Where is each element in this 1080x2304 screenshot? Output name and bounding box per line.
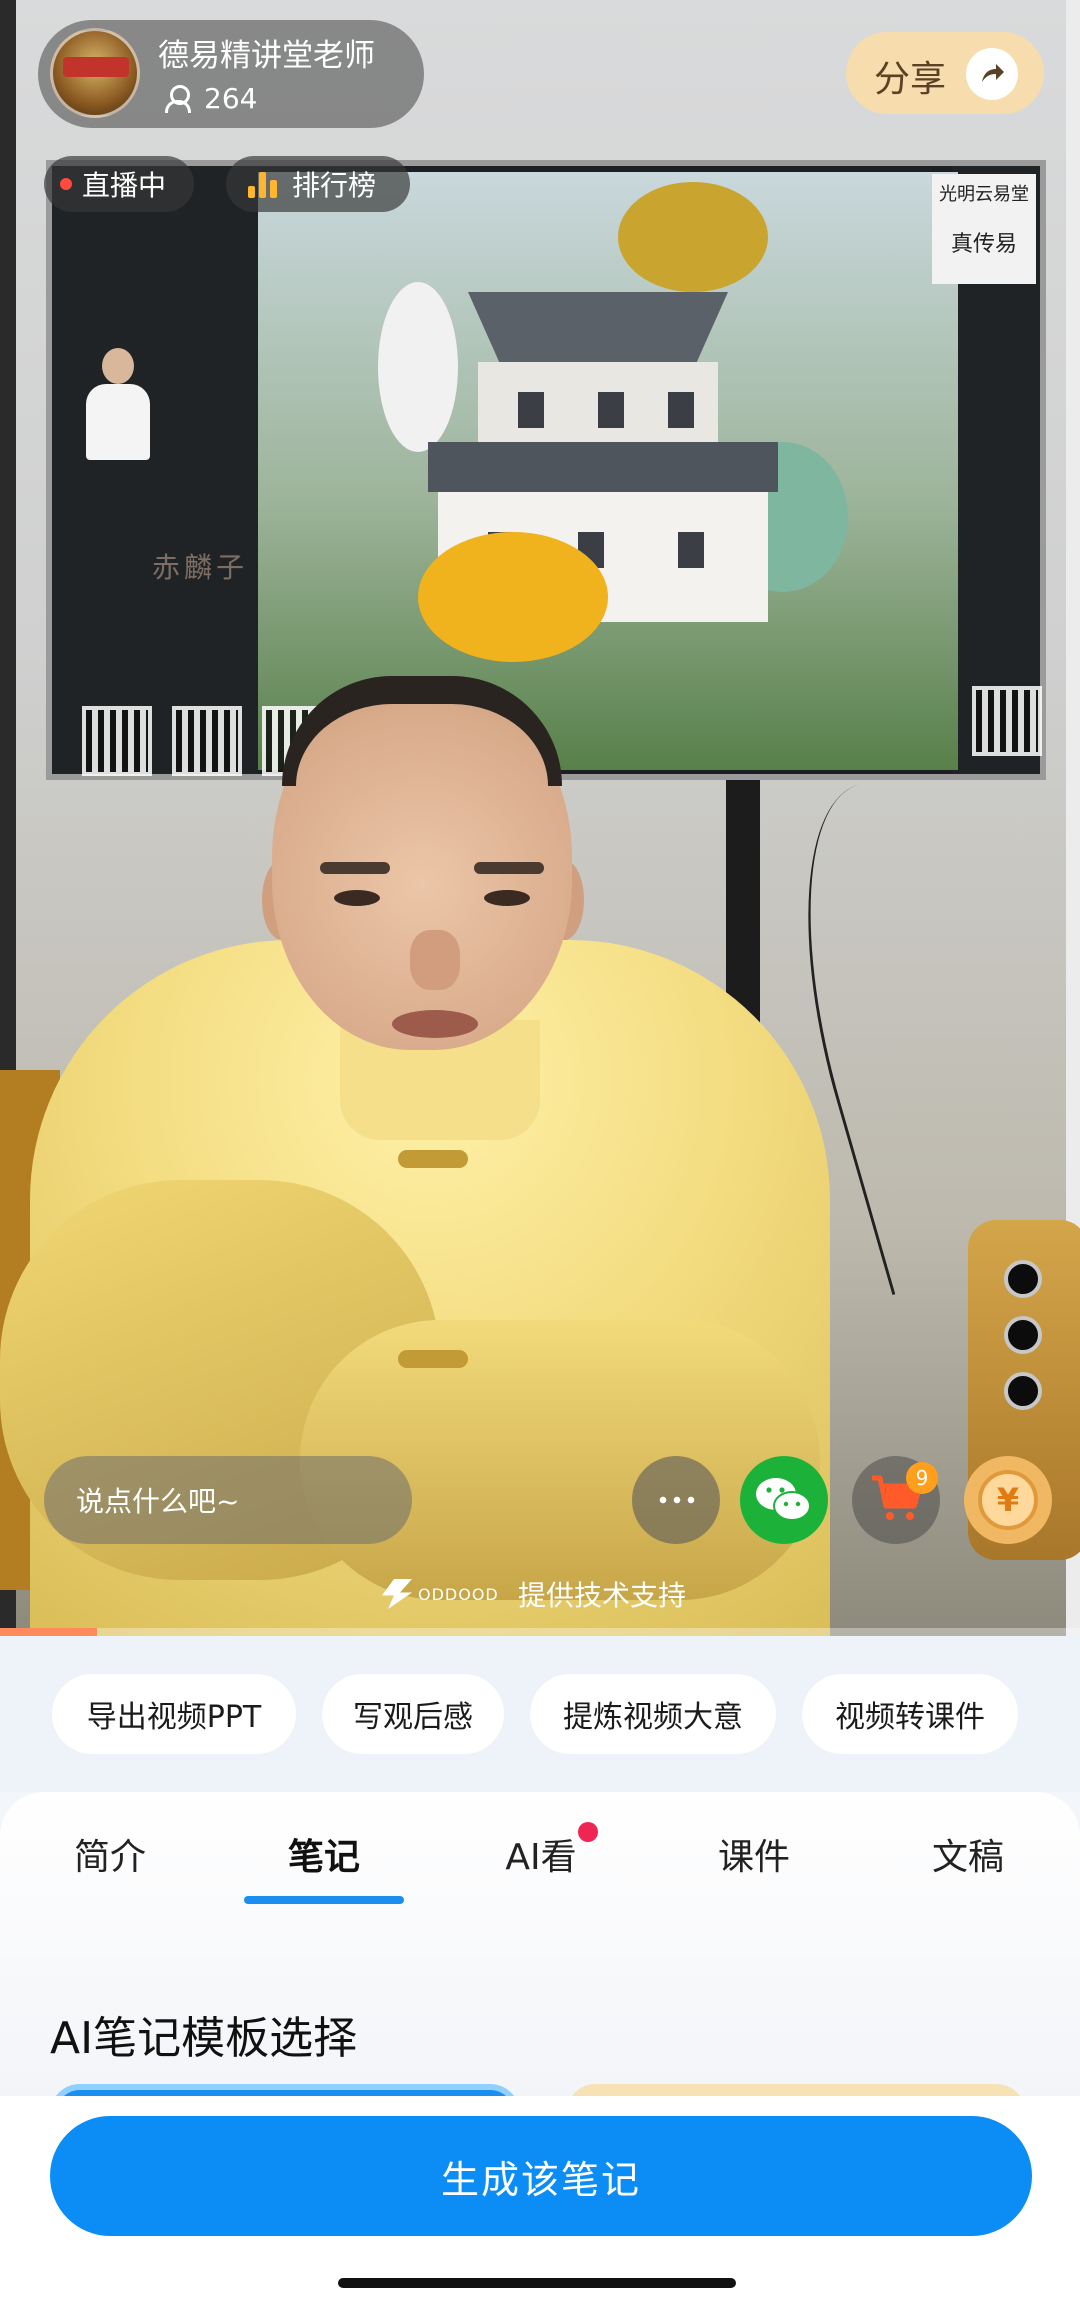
tech-support-credit: ODDOOD 提供技术支持	[382, 1574, 686, 1614]
live-page: 光明云易堂 真传易 赤麟子 德易精讲堂老师 264 分享 直播中 排行榜 说点什…	[0, 0, 1080, 2304]
tab-courseware[interactable]: 课件	[714, 1828, 794, 1880]
tech-support-text: 提供技术支持	[518, 1579, 687, 1612]
summarize-video-button[interactable]: 提炼视频大意	[530, 1674, 776, 1754]
wechat-share-button[interactable]	[740, 1456, 828, 1544]
ai-actions-row: 导出视频PPT 写观后感 提炼视频大意 视频转课件	[0, 1636, 1080, 1792]
tab-intro[interactable]: 简介	[70, 1828, 150, 1880]
provider-logo-icon: ODDOOD	[382, 1579, 500, 1609]
tab-transcript[interactable]: 文稿	[928, 1828, 1008, 1880]
presenter	[0, 0, 1080, 1636]
coin-icon: ¥	[978, 1470, 1038, 1530]
notification-dot	[578, 1822, 598, 1842]
content-panel: 简介 笔记 AI看 课件 文稿 AI笔记模板选择	[0, 1792, 1080, 2164]
tab-ai-view[interactable]: AI看	[496, 1828, 586, 1880]
viewer-count: 264	[164, 82, 257, 115]
bottom-bar: 生成该笔记	[0, 2096, 1080, 2304]
bar-chart-icon	[248, 170, 278, 198]
tab-notes[interactable]: 笔记	[284, 1828, 364, 1880]
video-progress-fill	[0, 1628, 98, 1636]
live-video[interactable]: 光明云易堂 真传易 赤麟子 德易精讲堂老师 264 分享 直播中 排行榜 说点什…	[0, 0, 1080, 1636]
share-arrow-icon	[966, 48, 1018, 100]
ranking-label: 排行榜	[292, 169, 377, 202]
viewer-count-value: 264	[204, 82, 258, 115]
home-indicator	[338, 2278, 736, 2288]
host-name: 德易精讲堂老师	[158, 38, 375, 74]
live-status-badge: 直播中	[44, 156, 194, 212]
cart-count-badge: 9	[906, 1462, 938, 1494]
gift-button[interactable]: ¥	[964, 1456, 1052, 1544]
video-to-courseware-button[interactable]: 视频转课件	[802, 1674, 1018, 1754]
live-label: 直播中	[82, 169, 167, 202]
active-tab-indicator	[244, 1896, 404, 1904]
wechat-icon	[756, 1478, 811, 1521]
share-button[interactable]: 分享	[846, 32, 1044, 114]
more-dots-icon	[656, 1496, 696, 1504]
comment-input[interactable]: 说点什么吧~	[44, 1456, 412, 1544]
write-review-button[interactable]: 写观后感	[322, 1674, 504, 1754]
ranking-button[interactable]: 排行榜	[226, 156, 410, 212]
more-button[interactable]	[632, 1456, 720, 1544]
host-avatar[interactable]	[50, 28, 140, 118]
share-label: 分享	[874, 59, 947, 100]
export-ppt-button[interactable]: 导出视频PPT	[52, 1674, 296, 1754]
generate-note-button[interactable]: 生成该笔记	[50, 2116, 1032, 2236]
person-icon	[164, 84, 191, 113]
section-title: AI笔记模板选择	[50, 2013, 358, 2064]
host-info[interactable]: 德易精讲堂老师 264	[38, 20, 424, 128]
video-progress-bar[interactable]	[0, 1628, 1080, 1636]
live-dot-icon	[60, 178, 72, 190]
